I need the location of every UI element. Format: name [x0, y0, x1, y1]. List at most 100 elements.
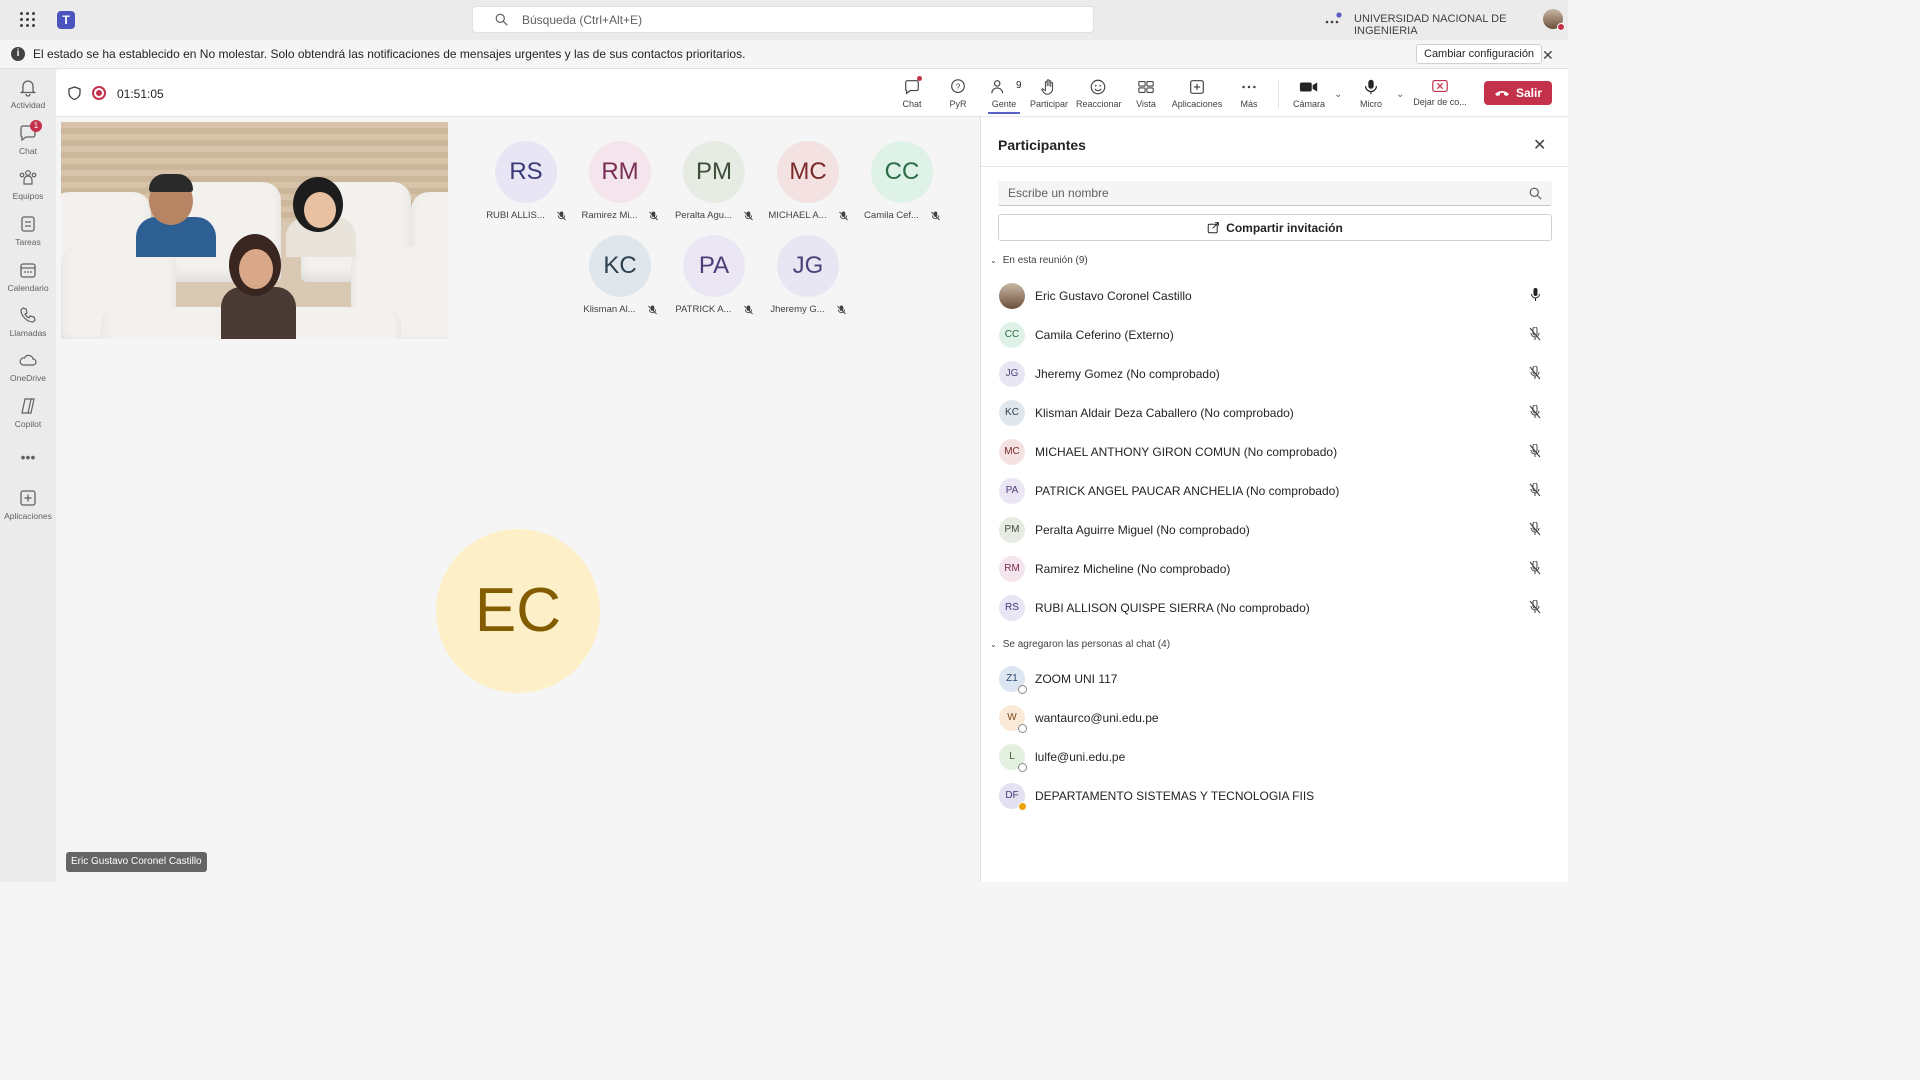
- profile-avatar[interactable]: [1543, 9, 1565, 31]
- more-apps-icon[interactable]: •••: [0, 449, 56, 465]
- avatar: RM: [589, 141, 651, 203]
- participant-row[interactable]: PM Peralta Aguirre Miguel (No comprobado…: [999, 514, 1559, 546]
- participant-row[interactable]: KC Klisman Aldair Deza Caballero (No com…: [999, 397, 1559, 429]
- apps-button[interactable]: Aplicaciones: [1170, 78, 1224, 109]
- participant-row[interactable]: MC MICHAEL ANTHONY GIRON COMUN (No compr…: [999, 436, 1559, 468]
- more-options-icon[interactable]: [1324, 12, 1342, 26]
- mic-off-icon: [744, 211, 753, 220]
- participant-tile[interactable]: JG Jheremy G...: [761, 235, 855, 315]
- participant-name: Klisman Aldair Deza Caballero (No compro…: [1035, 406, 1294, 420]
- rail-item-aplicaciones[interactable]: Aplicaciones: [0, 488, 56, 521]
- close-icon[interactable]: ✕: [1542, 47, 1554, 64]
- tile-name: PATRICK A...: [675, 304, 732, 315]
- participant-name: Peralta Aguirre Miguel (No comprobado): [1035, 523, 1250, 537]
- chat-member-row[interactable]: DF DEPARTAMENTO SISTEMAS Y TECNOLOGIA FI…: [999, 780, 1559, 812]
- toolbar-divider: [1278, 80, 1279, 108]
- view-button[interactable]: Vista: [1134, 78, 1158, 109]
- people-count: 9: [1016, 80, 1022, 91]
- chat-member-row[interactable]: Z1 ZOOM UNI 117: [999, 663, 1559, 695]
- participant-row[interactable]: RM Ramirez Micheline (No comprobado): [999, 553, 1559, 585]
- participant-tile[interactable]: CC Camila Cef...: [855, 141, 949, 221]
- avatar: MC: [999, 439, 1025, 465]
- avatar: Z1: [999, 666, 1027, 694]
- participant-row[interactable]: RS RUBI ALLISON QUISPE SIERRA (No compro…: [999, 592, 1559, 624]
- camera-options-chevron-icon[interactable]: ⌄: [1334, 89, 1342, 100]
- participant-tile[interactable]: KC Klisman Al...: [573, 235, 667, 315]
- react-button[interactable]: Reaccionar: [1076, 78, 1122, 109]
- info-icon: i: [11, 47, 25, 61]
- add-apps-icon: [20, 490, 36, 506]
- people-button[interactable]: 9 Gente: [988, 78, 1022, 114]
- close-icon[interactable]: ✕: [1533, 135, 1546, 155]
- camera-button[interactable]: Cámara: [1292, 78, 1326, 109]
- more-icon: [1242, 85, 1256, 89]
- participant-row[interactable]: PA PATRICK ANGEL PAUCAR ANCHELIA (No com…: [999, 475, 1559, 507]
- change-settings-button[interactable]: Cambiar configuración: [1416, 44, 1543, 64]
- mic-button[interactable]: Micro: [1358, 78, 1384, 109]
- search-input[interactable]: Búsqueda (Ctrl+Alt+E): [472, 6, 1094, 33]
- raise-hand-button[interactable]: Participar: [1030, 78, 1068, 109]
- mic-off-icon[interactable]: [1529, 327, 1541, 341]
- chat-button[interactable]: Chat: [900, 76, 924, 109]
- rail-item-chat[interactable]: 1 Chat: [0, 120, 56, 156]
- rail-item-equipos[interactable]: Equipos: [0, 168, 56, 201]
- in-meeting-section-toggle[interactable]: ⌄ En esta reunión (9): [990, 255, 1088, 266]
- participant-row[interactable]: JG Jheremy Gomez (No comprobado): [999, 358, 1559, 390]
- microphone-icon[interactable]: [1530, 288, 1541, 302]
- participant-row[interactable]: CC Camila Ceferino (Externo): [999, 319, 1559, 351]
- rail-item-copilot[interactable]: Copilot: [0, 396, 56, 429]
- avatar: W: [999, 705, 1027, 733]
- avatar: RS: [495, 141, 557, 203]
- mic-off-icon[interactable]: [1529, 366, 1541, 380]
- more-button[interactable]: Más: [1238, 78, 1260, 109]
- participant-tile[interactable]: PM Peralta Agu...: [667, 141, 761, 221]
- rail-item-actividad[interactable]: Actividad: [0, 77, 56, 110]
- mic-off-icon[interactable]: [1529, 600, 1541, 614]
- share-invite-button[interactable]: Compartir invitación: [998, 214, 1552, 241]
- share-invite-label: Compartir invitación: [1226, 220, 1343, 235]
- rail-label: Calendario: [7, 283, 49, 293]
- participant-name: Camila Ceferino (Externo): [1035, 328, 1174, 342]
- mic-off-icon[interactable]: [1529, 522, 1541, 536]
- rail-label: Llamadas: [9, 328, 47, 338]
- cloud-icon: [19, 354, 37, 366]
- avatar: CC: [999, 322, 1025, 348]
- camera-icon: [1299, 82, 1318, 92]
- chat-member-row[interactable]: W wantaurco@uni.edu.pe: [999, 702, 1559, 734]
- rail-item-onedrive[interactable]: OneDrive: [0, 350, 56, 383]
- chat-member-row[interactable]: L lulfe@uni.edu.pe: [999, 741, 1559, 773]
- mic-off-icon[interactable]: [1529, 444, 1541, 458]
- tool-label: Micro: [1360, 99, 1382, 109]
- qa-button[interactable]: ? PyR: [946, 78, 970, 109]
- participant-tile[interactable]: RS RUBI ALLIS...: [479, 141, 573, 221]
- participant-tile[interactable]: PA PATRICK A...: [667, 235, 761, 315]
- participant-row[interactable]: Eric Gustavo Coronel Castillo: [999, 280, 1559, 312]
- rail-label: Equipos: [12, 191, 44, 201]
- stop-sharing-button[interactable]: Dejar de co...: [1412, 78, 1468, 107]
- rail-label: Aplicaciones: [4, 511, 52, 521]
- mic-options-chevron-icon[interactable]: ⌄: [1396, 89, 1404, 100]
- mic-off-icon[interactable]: [1529, 561, 1541, 575]
- rail-item-llamadas[interactable]: Llamadas: [0, 305, 56, 338]
- mic-off-icon[interactable]: [1529, 483, 1541, 497]
- added-section-toggle[interactable]: ⌄ Se agregaron las personas al chat (4): [990, 639, 1170, 650]
- offline-status-icon: [1018, 685, 1027, 694]
- teams-logo-icon: T: [57, 11, 75, 29]
- mic-off-icon[interactable]: [1529, 405, 1541, 419]
- participant-search-input[interactable]: Escribe un nombre: [998, 181, 1552, 206]
- org-name: UNIVERSIDAD NACIONAL DE INGENIERIA: [1354, 13, 1507, 37]
- video-feed: [61, 122, 448, 339]
- mic-off-icon: [743, 305, 753, 314]
- participant-tile[interactable]: MC MICHAEL A...: [761, 141, 855, 221]
- shield-icon[interactable]: [68, 86, 81, 100]
- participant-name: wantaurco@uni.edu.pe: [1035, 711, 1159, 725]
- leave-button[interactable]: Salir: [1484, 81, 1552, 105]
- avatar: L: [999, 744, 1027, 772]
- app-launcher-icon[interactable]: [20, 12, 36, 28]
- participant-name: Eric Gustavo Coronel Castillo: [1035, 289, 1192, 303]
- meeting-timer: 01:51:05: [117, 87, 164, 101]
- participant-tile[interactable]: RM Ramirez Mi...: [573, 141, 667, 221]
- rail-item-calendario[interactable]: Calendario: [0, 260, 56, 293]
- tile-name: Camila Cef...: [864, 210, 919, 221]
- rail-item-tareas[interactable]: Tareas: [0, 214, 56, 247]
